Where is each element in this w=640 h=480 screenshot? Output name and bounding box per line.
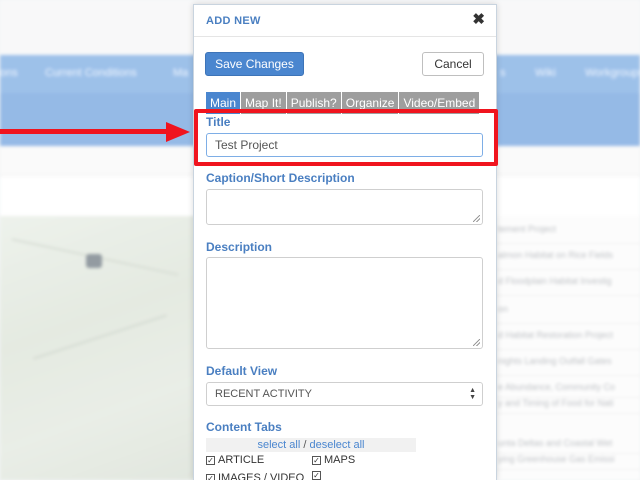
annotation-arrow-icon <box>166 122 190 142</box>
description-textarea[interactable] <box>206 257 483 349</box>
checkbox-checked-icon[interactable]: ✓ <box>312 456 321 465</box>
add-new-modal: ADD NEW ✖ Save Changes Cancel Main Map I… <box>193 4 497 480</box>
caption-textarea[interactable] <box>206 189 483 225</box>
annotation-arrow-line <box>0 129 172 134</box>
resize-grip-icon[interactable] <box>473 339 480 346</box>
checkbox-article[interactable]: ✓ ARTICLE <box>206 454 264 466</box>
select-arrows-icon: ▲ ▼ <box>469 387 476 401</box>
default-view-label: Default View <box>206 364 278 378</box>
default-view-value: RECENT ACTIVITY <box>215 388 312 400</box>
modal-header: ADD NEW ✖ <box>194 5 496 37</box>
checkbox-checked-icon[interactable]: ✓ <box>206 474 215 480</box>
content-tabs-label: Content Tabs <box>206 420 282 434</box>
select-separator: / <box>303 439 307 451</box>
cancel-button[interactable]: Cancel <box>422 52 484 76</box>
close-icon[interactable]: ✖ <box>472 11 485 29</box>
checkbox-checked-icon[interactable]: ✓ <box>206 456 215 465</box>
deselect-all-link[interactable]: deselect all <box>309 439 364 451</box>
checkbox-checked-icon[interactable]: ✓ <box>312 471 321 480</box>
checkbox-maps[interactable]: ✓ MAPS <box>312 454 355 466</box>
select-links: select all / deselect all <box>206 438 416 452</box>
checkbox-label: MAPS <box>324 454 356 466</box>
description-label: Description <box>206 240 273 254</box>
save-changes-button[interactable]: Save Changes <box>205 52 304 76</box>
resize-grip-icon[interactable] <box>473 215 480 222</box>
modal-title: ADD NEW <box>206 15 261 27</box>
checkbox-images-video[interactable]: ✓ IMAGES / VIDEO <box>206 472 304 480</box>
default-view-select[interactable]: RECENT ACTIVITY ▲ ▼ <box>206 382 483 406</box>
checkbox-label: IMAGES / VIDEO <box>218 472 305 480</box>
checkbox-label: ARTICLE <box>218 454 265 466</box>
checkbox-unlabeled[interactable]: ✓ <box>312 469 324 480</box>
select-all-link[interactable]: select all <box>257 439 300 451</box>
caption-label: Caption/Short Description <box>206 171 355 185</box>
annotation-highlight-box <box>194 109 498 166</box>
